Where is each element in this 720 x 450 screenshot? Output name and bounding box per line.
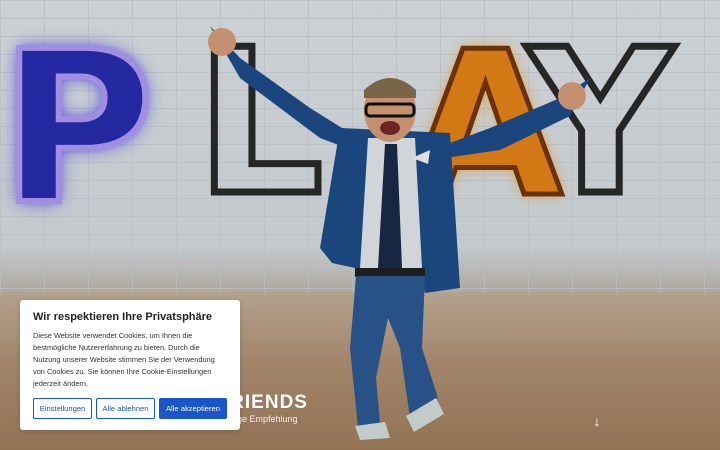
reject-all-button[interactable]: Alle ablehnen [96,398,155,419]
hero-section: P L A Y 4FRIENDS Concierge Empfehlung ↓ … [0,0,720,450]
cookie-banner-text: Diese Website verwendet Cookies, um Ihne… [33,331,215,388]
cookie-settings-button[interactable]: Einstellungen [33,398,92,419]
cookie-banner: Wir respektieren Ihre Privatsphäre Diese… [20,300,240,430]
cookie-banner-title: Wir respektieren Ihre Privatsphäre [33,311,213,323]
accept-all-button[interactable]: Alle akzeptieren [159,398,227,419]
arrow-down-icon[interactable]: ↓ [590,412,604,430]
cookie-button-row: Einstellungen Alle ablehnen Alle akzepti… [33,398,227,419]
